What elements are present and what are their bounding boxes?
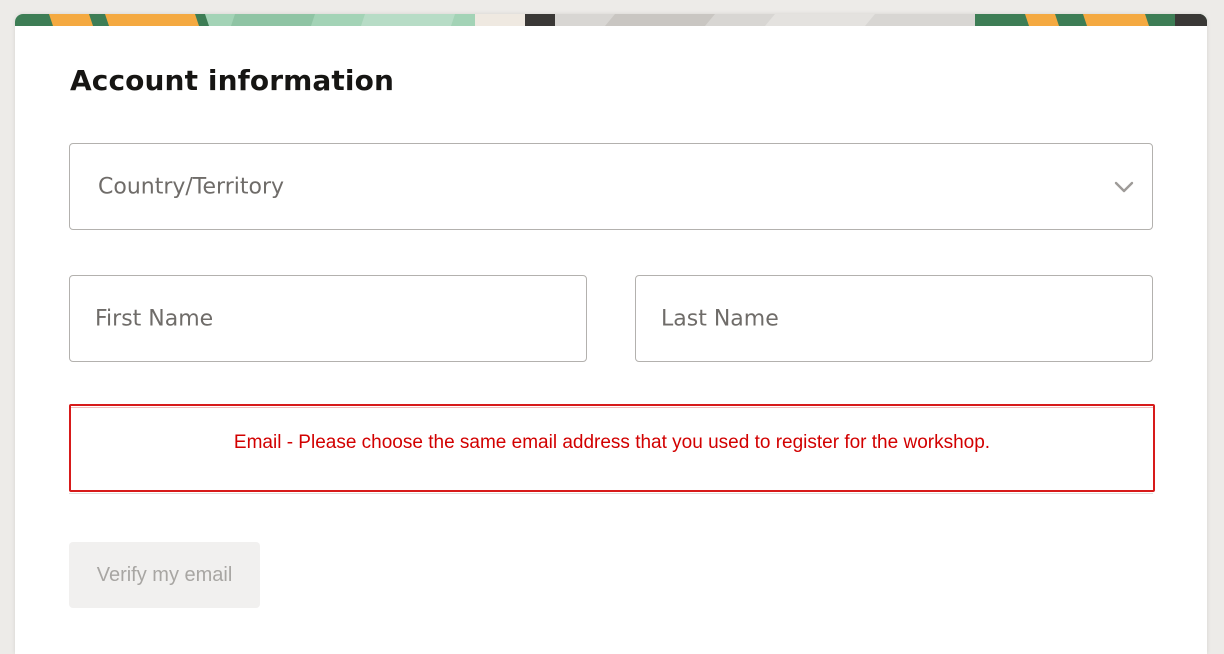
- country-select-placeholder: Country/Territory: [98, 174, 285, 199]
- email-field-inner-border: [71, 407, 1153, 408]
- last-name-field[interactable]: Last Name: [635, 275, 1153, 362]
- email-error-message: Email - Please choose the same email add…: [233, 432, 991, 453]
- chevron-down-icon: [1114, 181, 1134, 192]
- last-name-placeholder: Last Name: [661, 306, 779, 331]
- email-field-underline: [69, 493, 1153, 494]
- page-title: Account information: [70, 64, 394, 97]
- country-select[interactable]: Country/Territory: [69, 143, 1153, 230]
- verify-email-button[interactable]: Verify my email: [69, 542, 260, 608]
- first-name-placeholder: First Name: [95, 306, 214, 331]
- first-name-field[interactable]: First Name: [69, 275, 587, 362]
- decorative-banner: [15, 14, 1207, 26]
- account-card: Account information Country/Territory Fi…: [15, 14, 1207, 654]
- email-field[interactable]: Email - Please choose the same email add…: [69, 404, 1155, 492]
